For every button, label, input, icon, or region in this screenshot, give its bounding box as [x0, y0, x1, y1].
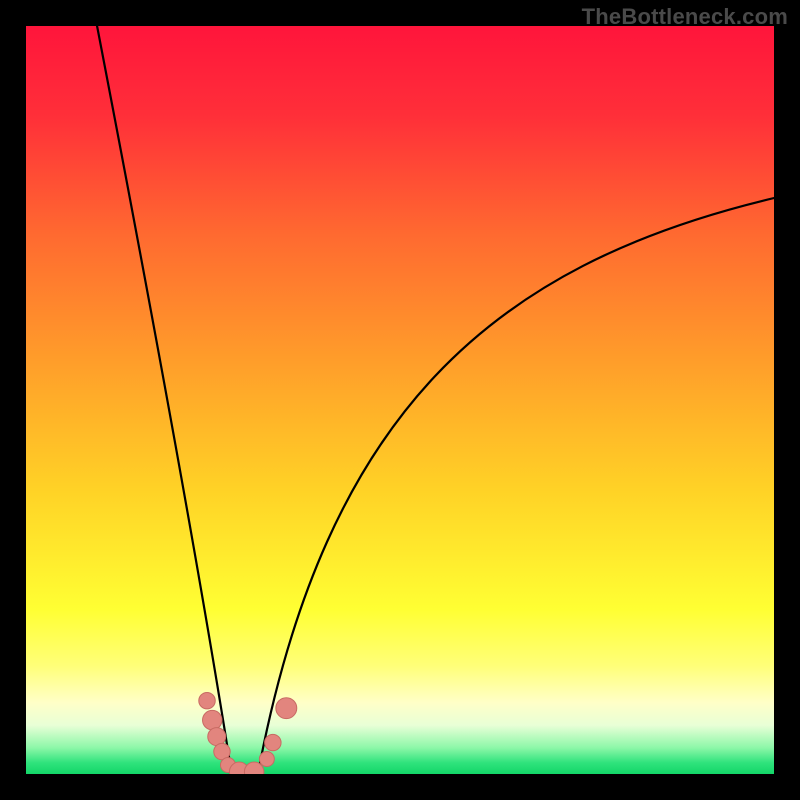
- data-marker: [208, 728, 226, 746]
- chart-frame: TheBottleneck.com: [0, 0, 800, 800]
- data-marker: [203, 710, 222, 729]
- data-marker: [265, 734, 281, 750]
- curve-layer: [26, 26, 774, 774]
- plot-area: [26, 26, 774, 774]
- data-marker: [259, 752, 274, 767]
- data-marker: [276, 698, 297, 719]
- data-marker: [199, 692, 215, 708]
- data-markers: [199, 692, 297, 774]
- bottleneck-curve: [97, 26, 774, 774]
